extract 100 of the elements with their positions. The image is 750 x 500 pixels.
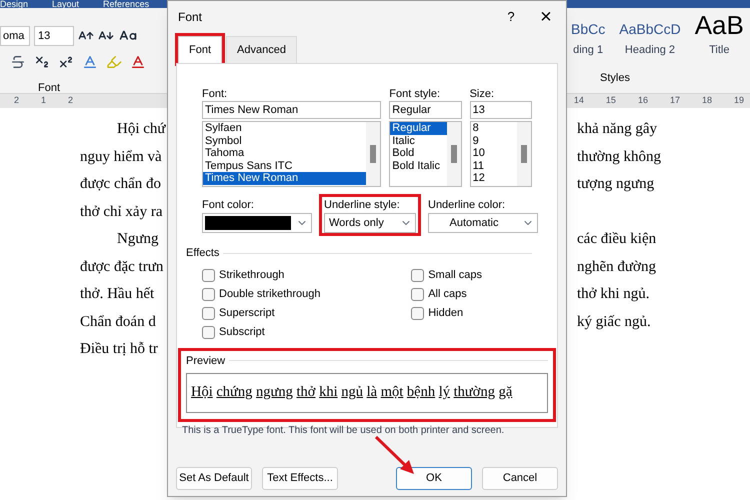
highlighter-icon[interactable] [106, 54, 122, 70]
document-text: thường không [577, 148, 662, 166]
section-label: Preview [186, 354, 226, 368]
help-button[interactable]: ? [496, 7, 526, 27]
ribbon-tab[interactable]: References [103, 0, 150, 8]
style-gallery-item[interactable]: AaBbCcD Heading 2 [619, 18, 681, 58]
scrollbar[interactable] [517, 122, 531, 186]
list-item[interactable]: 9 [470, 134, 517, 148]
strikethrough-icon[interactable] [10, 54, 26, 70]
list-item[interactable]: Bold Italic [390, 160, 447, 172]
field-label: Font color: [202, 198, 255, 213]
ruler-number: 17 [670, 94, 680, 108]
style-gallery-item[interactable]: AaB Title [694, 10, 744, 58]
font-name-field[interactable]: oma [0, 26, 30, 46]
ribbon-tab[interactable]: Design [0, 0, 28, 8]
checkbox[interactable] [411, 269, 424, 282]
font-size-field[interactable]: 13 [34, 26, 74, 46]
ruler-number: 2 [14, 94, 20, 108]
style-name: Title [709, 42, 730, 58]
input-field[interactable]: Regular [389, 101, 462, 119]
checkbox[interactable] [202, 288, 215, 301]
document-text: thở. Hầu hết [80, 285, 154, 304]
list-item[interactable]: Tahoma [203, 147, 366, 160]
style-sample: BbCc [571, 20, 606, 38]
dialog-button[interactable]: Text Effects... [262, 466, 338, 490]
checkbox-label: Hidden [428, 306, 464, 322]
checkbox[interactable] [202, 307, 215, 320]
checkbox[interactable] [202, 269, 215, 282]
dialog-button[interactable]: Cancel [482, 466, 558, 490]
list-item[interactable]: Bold [390, 147, 447, 160]
ruler-number: 15 [606, 94, 616, 108]
field-label: Font style: [389, 87, 442, 101]
ruler-number: 19 [734, 94, 744, 108]
checkbox-label: Superscript [219, 306, 275, 322]
list-item[interactable]: 12 [470, 172, 517, 185]
document-text: thở khi ngủ. [577, 285, 651, 304]
list-item[interactable]: 11 [470, 160, 517, 172]
document-text: ký giấc ngủ. [577, 312, 652, 332]
ruler-number: 2 [68, 94, 74, 108]
preview-text: Hội chứng ngưng thở khi ngủ là một bệnh lý thường gặ [191, 383, 512, 402]
group-label: Font [38, 81, 62, 96]
style-gallery-item[interactable]: BbCc ding 1 [571, 18, 606, 58]
list-item[interactable]: Italic [390, 134, 447, 148]
list-item[interactable]: 10 [470, 147, 517, 160]
checkbox[interactable] [411, 307, 424, 320]
style-name: Heading 2 [624, 42, 676, 58]
font-color-icon[interactable] [130, 54, 146, 70]
underline-color-dropdown[interactable]: Automatic [428, 213, 538, 233]
field-label: Underline style: [324, 198, 401, 213]
ruler-number: 1 [41, 94, 46, 108]
font-note: This is a TrueType font. This font will be used on both printer and screen. [182, 424, 506, 438]
style-name: ding 1 [573, 42, 604, 58]
list-item[interactable]: Sylfaen [203, 122, 366, 135]
pointer-arrow [374, 435, 416, 475]
close-button[interactable]: × [526, 2, 566, 32]
ribbon-tab[interactable]: Layout [52, 0, 80, 8]
document-text: thở chỉ xảy ra [80, 202, 162, 222]
ruler-number: 16 [638, 94, 648, 108]
field-label: Underline color: [428, 198, 506, 213]
scrollbar[interactable] [366, 122, 380, 186]
field-label: Font: [202, 87, 228, 101]
superscript-icon[interactable] [58, 54, 74, 70]
dialog-tab[interactable]: Font [178, 36, 222, 63]
text-effects-icon[interactable] [82, 54, 98, 70]
document-text: nghẽn đường [577, 258, 657, 276]
document-text: Điều trị hỗ tr [80, 340, 158, 359]
list-item[interactable]: Symbol [203, 134, 366, 148]
underline-style-dropdown[interactable]: Words only [324, 213, 416, 233]
checkbox-label: Double strikethrough [219, 287, 321, 302]
dialog-button[interactable]: OK [396, 466, 472, 490]
ruler-number: 14 [574, 94, 584, 108]
document-text: Ngưng [117, 230, 158, 249]
input-field[interactable]: 13 [470, 101, 532, 119]
document-text: Chẩn đoán d [80, 312, 156, 332]
field-label: Size: [470, 87, 496, 101]
font-color-dropdown[interactable] [202, 213, 312, 233]
checkbox[interactable] [411, 288, 424, 301]
checkbox-label: All caps [428, 287, 467, 302]
dialog-title: Font [178, 9, 204, 26]
document-text: nguy hiểm và [80, 148, 162, 166]
input-field[interactable]: Times New Roman [202, 101, 382, 119]
style-sample: AaBbCcD [619, 20, 681, 38]
document-text: Hội chứ [117, 120, 166, 139]
ruler-number: 18 [702, 94, 712, 108]
document-text: được chẩn đo [80, 175, 162, 194]
dialog-tab[interactable]: Advanced [226, 36, 297, 63]
checkbox-label: Strikethrough [219, 268, 284, 284]
subscript-icon[interactable] [34, 54, 50, 70]
list-item[interactable]: Regular [390, 122, 447, 135]
document-text: khả năng gây [577, 120, 658, 139]
dropdown-value: Automatic [448, 216, 500, 231]
checkbox[interactable] [202, 326, 215, 339]
document-text: được đặc trưn [80, 258, 164, 276]
section-label: Effects [186, 246, 220, 261]
list-item[interactable]: 8 [470, 122, 517, 135]
scrollbar[interactable] [446, 122, 461, 186]
dialog-button[interactable]: Set As Default [176, 466, 252, 490]
list-item[interactable]: Tempus Sans ITC [203, 160, 366, 172]
style-sample: AaB [694, 10, 744, 40]
list-item[interactable]: Times New Roman [203, 172, 366, 185]
